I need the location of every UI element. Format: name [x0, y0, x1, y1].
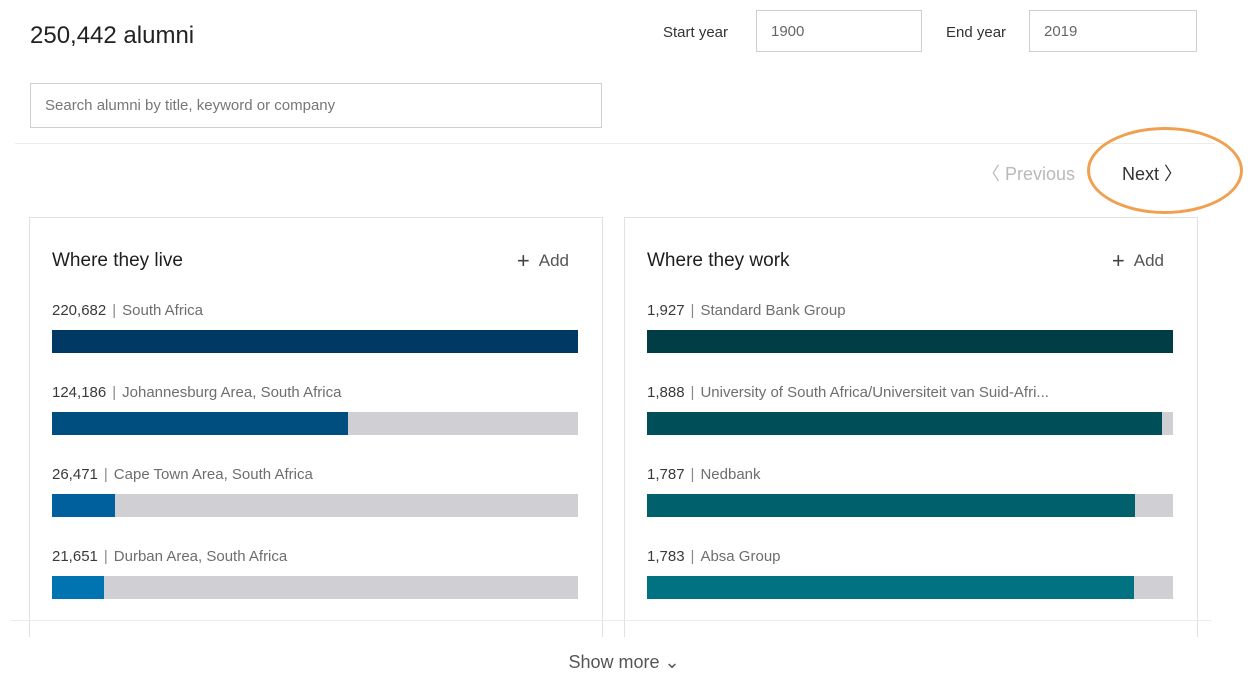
- list-item[interactable]: 1,888 | University of South Africa/Univers…: [647, 384, 1173, 435]
- next-button[interactable]: Next 〉: [1122, 160, 1182, 186]
- card-title: Where they live: [52, 250, 183, 271]
- row-count: 220,682: [52, 302, 107, 319]
- row-count: 1,783: [647, 548, 685, 565]
- end-year-label: End year: [946, 24, 1007, 41]
- row-name: Durban Area, South Africa: [113, 548, 288, 565]
- where-they-work-card: Where they work + Add 1,927 | Standard Bank…: [624, 217, 1198, 637]
- bar-fill: [52, 330, 578, 353]
- search-alumni-input[interactable]: [30, 83, 602, 128]
- list-item[interactable]: 26,471 | Cape Town Area, South Africa: [52, 466, 578, 517]
- bar-fill: [647, 494, 1135, 517]
- bar-fill: [52, 494, 116, 517]
- row-label: 26,471 | Cape Town Area, South Africa: [52, 466, 313, 483]
- alumni-count-title: 250,442 alumni: [30, 22, 195, 49]
- bar-track: [52, 576, 578, 599]
- row-name: South Africa: [122, 302, 204, 319]
- bar-track: [647, 494, 1173, 517]
- bar-track: [52, 330, 578, 353]
- plus-icon: +: [516, 248, 530, 273]
- row-label: 1,927 | Standard Bank Group: [647, 302, 846, 319]
- add-label: Add: [538, 251, 569, 270]
- header-divider: [15, 143, 1215, 144]
- row-name: Nedbank: [700, 466, 761, 483]
- previous-button[interactable]: 〈 Previous: [982, 160, 1075, 186]
- row-count: 26,471: [52, 466, 98, 483]
- row-label: 220,682 | South Africa: [52, 302, 204, 319]
- bar-fill: [52, 412, 349, 435]
- list-item[interactable]: 1,787 | Nedbank: [647, 466, 1173, 517]
- add-location-button[interactable]: + Add: [517, 248, 569, 274]
- row-name: Cape Town Area, South Africa: [113, 466, 313, 483]
- where-they-live-card: Where they live + Add 220,682 | South Afric…: [29, 217, 603, 637]
- add-company-button[interactable]: + Add: [1112, 248, 1164, 274]
- show-more-row: Show more ⌄: [0, 652, 1248, 673]
- list-item[interactable]: 1,783 | Absa Group: [647, 548, 1173, 599]
- row-name: University of South Africa/Universiteit …: [700, 384, 1049, 401]
- list-item[interactable]: 1,927 | Standard Bank Group: [647, 302, 1173, 353]
- list-item[interactable]: 124,186 | Johannesburg Area, South Africa: [52, 384, 578, 435]
- row-name: Johannesburg Area, South Africa: [122, 384, 342, 401]
- bar-track: [52, 412, 578, 435]
- row-count: 1,927: [647, 302, 685, 319]
- row-label: 21,651 | Durban Area, South Africa: [52, 548, 288, 565]
- list-item[interactable]: 21,651 | Durban Area, South Africa: [52, 548, 578, 599]
- bar-track: [647, 576, 1173, 599]
- row-count: 124,186: [52, 384, 107, 401]
- row-label: 1,783 | Absa Group: [647, 548, 781, 565]
- bar-fill: [647, 330, 1173, 353]
- start-year-input[interactable]: [756, 10, 922, 52]
- row-label: 124,186 | Johannesburg Area, South Africa: [52, 384, 342, 401]
- show-more-button[interactable]: Show more ⌄: [568, 652, 679, 672]
- start-year-label: Start year: [663, 24, 729, 41]
- list-item[interactable]: 220,682 | South Africa: [52, 302, 578, 353]
- bar-fill: [647, 412, 1163, 435]
- bar-fill: [647, 576, 1134, 599]
- row-name: Standard Bank Group: [700, 302, 846, 319]
- bar-track: [647, 412, 1173, 435]
- end-year-input[interactable]: [1029, 10, 1197, 52]
- bar-track: [52, 494, 578, 517]
- row-label: 1,888 | University of South Africa/Univers…: [647, 384, 1049, 401]
- row-name: Absa Group: [700, 548, 781, 565]
- footer-divider: [10, 620, 1212, 621]
- bar-track: [647, 330, 1173, 353]
- bar-fill: [52, 576, 104, 599]
- row-count: 1,888: [647, 384, 685, 401]
- add-label: Add: [1133, 251, 1164, 270]
- card-title: Where they work: [647, 250, 790, 271]
- row-label: 1,787 | Nedbank: [647, 466, 761, 483]
- row-count: 21,651: [52, 548, 98, 565]
- row-count: 1,787: [647, 466, 685, 483]
- plus-icon: +: [1111, 248, 1125, 273]
